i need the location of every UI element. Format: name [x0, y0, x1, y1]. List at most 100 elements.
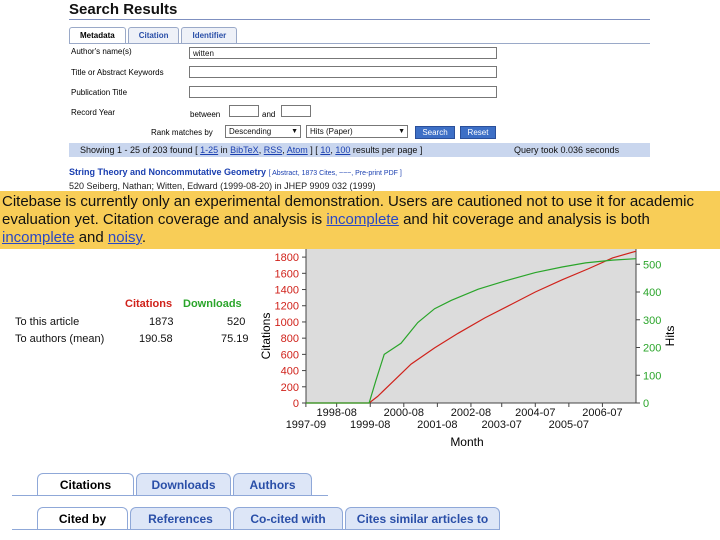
banner-text-2: and hit coverage and analysis is both — [403, 211, 650, 228]
y2-tick-label: 200 — [643, 343, 661, 355]
x-tick-label: 2001-08 — [417, 419, 457, 431]
col-citations: Citations — [125, 298, 173, 310]
year-label: Record Year — [71, 108, 116, 117]
tab-cited-by[interactable]: Cited by — [37, 507, 128, 529]
keywords-label: Title or Abstract Keywords — [71, 68, 164, 77]
x-tick-label: 1998-08 — [316, 407, 356, 419]
atom-link[interactable]: Atom — [287, 145, 308, 155]
banner-text-4: . — [141, 229, 146, 246]
in-text: in — [220, 145, 228, 155]
between-label: between — [190, 110, 221, 119]
result-item: String Theory and Noncommutative Geometr… — [69, 167, 402, 177]
tab-divider — [69, 43, 650, 44]
y-tick-label: 1600 — [275, 268, 299, 280]
search-button[interactable]: Search — [415, 126, 455, 139]
y2-tick-label: 100 — [643, 370, 661, 382]
search-tabs: Metadata Citation Identifier — [69, 27, 239, 43]
year-from-input[interactable] — [229, 105, 259, 117]
y-tick-label: 1800 — [275, 252, 299, 264]
bibtex-link[interactable]: BibTeX — [230, 145, 259, 155]
results-status-bar: Showing 1 - 25 of 203 found [ 1-25 in Bi… — [69, 143, 650, 157]
keywords-input[interactable] — [189, 66, 497, 78]
row-authors-label: To authors (mean) — [15, 333, 105, 345]
col-downloads: Downloads — [183, 298, 242, 310]
year-to-input[interactable] — [281, 105, 311, 117]
x-tick-label: 1999-08 — [350, 419, 390, 431]
y-tick-label: 200 — [281, 382, 299, 394]
x-tick-label: 2004-07 — [515, 407, 555, 419]
x-tick-label: 2006-07 — [582, 407, 622, 419]
publication-label: Publication Title — [71, 88, 128, 97]
y2-axis-label: Hits — [663, 326, 677, 347]
rank-field-value: Hits (Paper) — [310, 127, 353, 136]
per-page-10-link[interactable]: 10 — [320, 145, 330, 155]
tab-cites-similar[interactable]: Cites similar articles to — [345, 507, 500, 529]
row-authors-downloads: 75.19 — [221, 333, 249, 345]
banner-text-3: and — [78, 229, 104, 246]
y-tick-label: 1200 — [275, 301, 299, 313]
tab-downloads[interactable]: Downloads — [136, 473, 231, 495]
chevron-down-icon: ▼ — [398, 128, 405, 135]
x-tick-label: 2005-07 — [549, 419, 589, 431]
tab-citations[interactable]: Citations — [37, 473, 134, 495]
page-title: Search Results — [69, 1, 178, 18]
relation-tabs: Cited by References Co-cited with Cites … — [12, 507, 500, 530]
publication-input[interactable] — [189, 86, 497, 98]
incomplete-link[interactable]: incomplete — [326, 211, 399, 228]
y-tick-label: 600 — [281, 349, 299, 361]
incomplete-link-2[interactable]: incomplete — [2, 229, 75, 246]
x-tick-label: 2000-08 — [384, 407, 424, 419]
rank-order-select[interactable]: Descending ▼ — [225, 125, 301, 138]
reset-button[interactable]: Reset — [460, 126, 496, 139]
x-tick-label: 1997-09 — [286, 419, 326, 431]
row-article-downloads: 520 — [227, 316, 246, 328]
row-article-citations: 1873 — [149, 316, 174, 328]
query-time: Query took 0.036 seconds — [514, 145, 620, 155]
citations-hits-chart: 0 200 400 600 800 1000 1200 1400 1600 1800 0 100 20… — [259, 249, 677, 449]
per-page-text: results per page ] — [352, 145, 423, 155]
x-tick-label: 2003-07 — [482, 419, 522, 431]
result-meta: 520 Seiberg, Nathan; Witten, Edward (199… — [69, 181, 376, 191]
citation-stats: Citations Downloads To this article 1873… — [0, 298, 260, 358]
row-authors-citations: 190.58 — [139, 333, 173, 345]
author-label: Author's name(s) — [71, 47, 132, 56]
showing-text: Showing 1 - 25 of 203 found [ — [80, 145, 198, 155]
result-title-link[interactable]: String Theory and Noncommutative Geometr… — [69, 167, 266, 177]
x-axis-label: Month — [450, 435, 483, 449]
rank-label: Rank matches by — [151, 128, 213, 137]
y2-tick-label: 500 — [643, 259, 661, 271]
tab-authors[interactable]: Authors — [233, 473, 312, 495]
tab-co-cited-with[interactable]: Co-cited with — [233, 507, 343, 529]
y-tick-label: 800 — [281, 333, 299, 345]
author-input[interactable]: witten — [189, 47, 497, 59]
tabs-baseline-2 — [12, 529, 500, 530]
rss-link[interactable]: RSS — [264, 145, 283, 155]
y2-tick-label: 300 — [643, 315, 661, 327]
rank-order-value: Descending — [229, 127, 272, 136]
y-tick-label: 0 — [293, 398, 299, 410]
noisy-link[interactable]: noisy — [108, 229, 142, 246]
disclaimer-banner: Citebase is currently only an experiment… — [0, 191, 720, 249]
row-article-label: To this article — [15, 316, 80, 328]
y2-tick-label: 0 — [643, 398, 649, 410]
x-tick-label: 2002-08 — [451, 407, 491, 419]
tabs-baseline — [12, 495, 328, 496]
result-links[interactable]: [ Abstract, 1873 Cites, ~~~, Pre-print P… — [269, 170, 402, 177]
separator-text: ] [ — [310, 145, 318, 155]
tab-metadata[interactable]: Metadata — [69, 27, 126, 43]
tab-references[interactable]: References — [130, 507, 231, 529]
y-tick-label: 1400 — [275, 285, 299, 297]
analysis-tabs: Citations Downloads Authors — [12, 473, 328, 496]
and-label: and — [262, 110, 276, 119]
tab-identifier[interactable]: Identifier — [181, 27, 238, 43]
tab-citation[interactable]: Citation — [127, 27, 180, 43]
y-tick-label: 400 — [281, 366, 299, 378]
y-axis-label: Citations — [259, 313, 273, 360]
y-tick-label: 1000 — [275, 317, 299, 329]
y2-tick-label: 400 — [643, 287, 661, 299]
title-divider — [69, 19, 650, 20]
rank-field-select[interactable]: Hits (Paper) ▼ — [306, 125, 408, 138]
range-link[interactable]: 1-25 — [200, 145, 218, 155]
chevron-down-icon: ▼ — [291, 128, 298, 135]
per-page-100-link[interactable]: 100 — [335, 145, 350, 155]
